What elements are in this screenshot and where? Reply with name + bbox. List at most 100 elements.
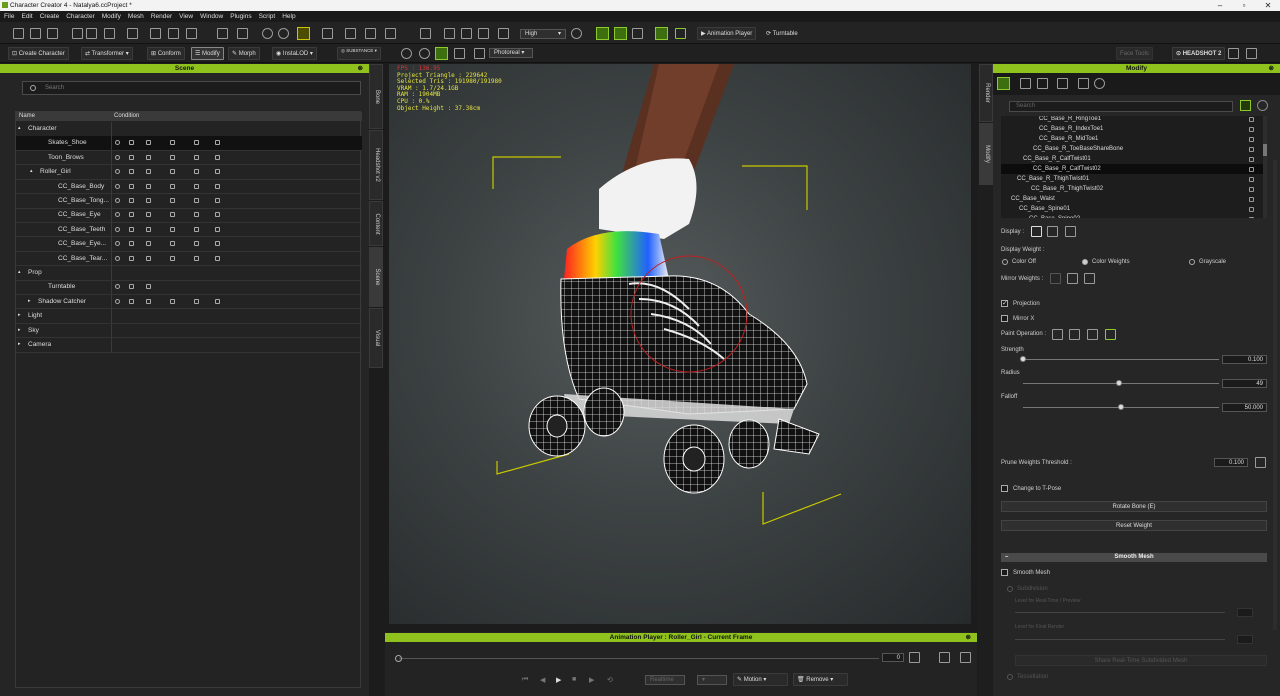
bone-tree-scrollbar[interactable]	[1263, 116, 1267, 218]
scene-row[interactable]: Skates_Shoe	[16, 136, 362, 151]
bone-search-input[interactable]: Search	[1016, 103, 1035, 109]
extra-icon[interactable]	[215, 140, 220, 146]
lock-icon[interactable]	[129, 154, 134, 160]
headshot-extra-icon[interactable]	[1246, 48, 1257, 59]
scene-row[interactable]: ▸ Camera	[16, 338, 362, 353]
turntable-button[interactable]: ⟳ Turntable	[762, 27, 802, 40]
smooth-mesh-checkbox[interactable]	[1001, 569, 1008, 576]
realtime-select[interactable]: Realtime	[645, 675, 685, 685]
extra-icon[interactable]	[215, 298, 220, 304]
visibility-icon[interactable]	[115, 154, 120, 160]
bone-row[interactable]: CC_Base_Spine02	[1001, 214, 1263, 218]
bone-row[interactable]: CC_Base_R_CalfTwist02	[1001, 164, 1263, 174]
timeline-scrubber[interactable]	[395, 655, 402, 662]
bone-lock-icon[interactable]	[1249, 137, 1254, 142]
timeline-track[interactable]	[399, 658, 879, 659]
camera-view-icon[interactable]	[478, 28, 489, 39]
bone-lock-icon[interactable]	[1249, 187, 1254, 192]
undo-icon[interactable]	[262, 28, 273, 39]
realtime-render-icon[interactable]	[435, 47, 448, 60]
open-project-icon[interactable]	[30, 28, 41, 39]
cast-shadow-icon[interactable]	[194, 212, 199, 218]
conform-button[interactable]: ⊞ Conform	[147, 47, 185, 60]
shading-icon[interactable]	[146, 183, 151, 189]
send-to-iclone-icon[interactable]	[150, 28, 161, 39]
bone-row[interactable]: CC_Base_Waist	[1001, 194, 1263, 204]
bone-row[interactable]: CC_Base_R_RingToe1	[1001, 116, 1263, 124]
column-condition[interactable]: Condition	[114, 113, 139, 119]
menu-mesh[interactable]: Mesh	[124, 11, 147, 20]
expand-arrow-icon[interactable]: ▸	[18, 312, 21, 318]
lod-icon[interactable]	[170, 154, 175, 160]
flag-icon[interactable]	[675, 28, 686, 39]
create-character-button[interactable]: ⊡ Create Character	[8, 47, 69, 60]
menu-modify[interactable]: Modify	[98, 11, 124, 20]
import-icon[interactable]	[72, 28, 83, 39]
bone-row[interactable]: CC_Base_R_CalfTwist01	[1001, 154, 1263, 164]
bone-row[interactable]: CC_Base_Spine01	[1001, 204, 1263, 214]
level-final-slider[interactable]	[1015, 639, 1225, 640]
scene-row[interactable]: Toon_Brows	[16, 150, 362, 166]
export-icon[interactable]	[86, 28, 97, 39]
scene-row[interactable]: CC_Base_Body	[16, 179, 362, 195]
visibility-icon[interactable]	[115, 255, 120, 261]
expand-arrow-icon[interactable]: ▴	[18, 269, 21, 275]
modify-close-icon[interactable]: ⊗	[1269, 64, 1274, 73]
smooth-mesh-section[interactable]: – Smooth Mesh	[1001, 553, 1267, 562]
expand-arrow-icon[interactable]: ▴	[30, 168, 33, 174]
expand-arrow-icon[interactable]: ▸	[18, 327, 21, 333]
extra-icon[interactable]	[215, 183, 220, 189]
panel-close-icon[interactable]: ⊗	[358, 64, 363, 73]
loop-icon[interactable]: ⟲	[607, 676, 613, 684]
select-tool-icon[interactable]	[297, 27, 310, 40]
prune-apply-icon[interactable]	[1255, 457, 1266, 468]
scene-search-input[interactable]: Search	[45, 85, 64, 91]
prune-field[interactable]: 0.100	[1214, 458, 1248, 467]
scene-row[interactable]: Turntable	[16, 280, 362, 295]
shading-icon[interactable]	[146, 298, 151, 304]
cast-shadow-icon[interactable]	[194, 169, 199, 175]
scene-row[interactable]: CC_Base_Tear...	[16, 251, 362, 267]
mirror-swap-icon[interactable]	[1067, 273, 1078, 284]
bone-lock-icon[interactable]	[1249, 197, 1254, 202]
tab-content[interactable]: Content	[369, 201, 383, 246]
bone-row[interactable]: CC_Base_R_IndexToe1	[1001, 124, 1263, 134]
scene-row[interactable]: CC_Base_Tong...	[16, 194, 362, 209]
cast-shadow-icon[interactable]	[194, 241, 199, 247]
bone-lock-icon[interactable]	[1249, 177, 1254, 182]
paint-add-icon[interactable]	[1052, 329, 1063, 340]
pick-bone-icon[interactable]	[1240, 100, 1251, 111]
visibility-icon[interactable]	[115, 212, 120, 218]
projection-checkbox[interactable]: ✓	[1001, 300, 1008, 307]
display-bone-icon[interactable]	[1031, 226, 1042, 237]
iray-icon[interactable]	[419, 48, 430, 59]
frame-settings-icon[interactable]	[909, 652, 920, 663]
visibility-icon[interactable]	[115, 140, 120, 146]
bone-lock-icon[interactable]	[1249, 147, 1254, 152]
tab-visual[interactable]: Visual	[369, 308, 383, 368]
menu-create[interactable]: Create	[36, 11, 63, 20]
menu-view[interactable]: View	[175, 11, 196, 20]
lod-icon[interactable]	[170, 183, 175, 189]
minimize-icon[interactable]: –	[1208, 0, 1232, 11]
shading-icon[interactable]	[146, 154, 151, 160]
expand-arrow-icon[interactable]: ▸	[28, 298, 31, 304]
frame-field[interactable]: 0	[882, 653, 904, 662]
fullscreen-icon[interactable]	[960, 652, 971, 663]
visibility-icon[interactable]	[115, 198, 120, 203]
bone-lock-icon[interactable]	[1249, 217, 1254, 218]
grid-icon[interactable]	[632, 28, 643, 39]
prev-frame-icon[interactable]: ◀	[540, 676, 545, 684]
falloff-field[interactable]: 50.000	[1222, 403, 1267, 412]
shading-icon[interactable]	[146, 212, 151, 218]
lod-icon[interactable]	[170, 226, 175, 232]
link-icon[interactable]	[186, 28, 197, 39]
scene-row[interactable]: CC_Base_Teeth	[16, 222, 362, 238]
cast-shadow-icon[interactable]	[194, 255, 199, 261]
gizmo-icon[interactable]	[596, 27, 609, 40]
home-view-icon[interactable]	[420, 28, 431, 39]
menu-help[interactable]: Help	[278, 11, 298, 20]
menu-file[interactable]: File	[0, 11, 17, 20]
visibility-icon[interactable]	[115, 183, 120, 189]
rotate-tool-icon[interactable]	[345, 28, 356, 39]
